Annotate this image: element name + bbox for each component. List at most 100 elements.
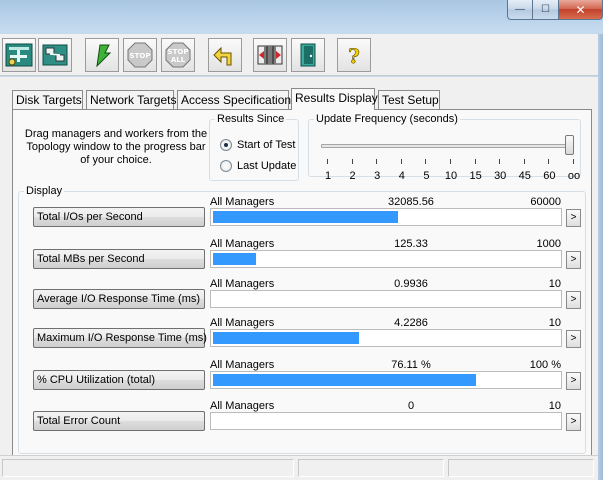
start-test-button[interactable]: [85, 38, 119, 72]
slider-tick-label: 45: [518, 170, 531, 182]
row-value: 4.2286: [394, 317, 428, 329]
maximize-button[interactable]: ☐: [533, 0, 559, 20]
minimize-button[interactable]: —: [507, 0, 533, 20]
row-expand-button[interactable]: >: [566, 251, 581, 269]
help-label: ?: [348, 44, 360, 68]
slider-tick: [351, 159, 353, 164]
results-since-group: Results Since Start of Test Last Update: [209, 113, 299, 181]
window-border-right: [598, 34, 603, 480]
metric-button[interactable]: % CPU Utilization (total): [33, 370, 205, 390]
metric-button[interactable]: Total Error Count: [33, 411, 205, 431]
progress-bar-fill: [213, 374, 476, 386]
radio-dot[interactable]: [220, 160, 232, 172]
slider-tick-label: 30: [494, 170, 507, 182]
slider-tick: [499, 159, 501, 164]
row-value: 76.11 %: [391, 359, 431, 371]
toolbar: STOP STOP ALL ?: [0, 34, 598, 76]
row-scope-label: All Managers: [210, 400, 275, 412]
row-max: 10: [548, 317, 561, 329]
update-frequency-group: Update Frequency (seconds) 1 2 3 4 5 10 15 30 45…: [308, 113, 581, 182]
topology-icon: [5, 41, 33, 69]
network-icon: [41, 41, 69, 69]
help-icon: ?: [340, 41, 368, 69]
metric-button[interactable]: Total I/Os per Second: [33, 207, 205, 227]
slider-tick-label: 15: [469, 170, 482, 182]
metric-button[interactable]: Maximum I/O Response Time (ms): [33, 328, 207, 348]
progress-bar: [210, 412, 562, 430]
slider-tick: [450, 159, 451, 164]
progress-bar-fill: [213, 253, 256, 265]
stop-all-button[interactable]: STOP ALL: [161, 38, 195, 72]
help-button[interactable]: ?: [337, 38, 371, 72]
row-value: 125.33: [394, 238, 428, 250]
slider-tick-label: 10: [444, 170, 458, 182]
progress-bar: [210, 329, 562, 347]
row-scope-label: All Managers: [210, 196, 275, 208]
display-legend: Display: [26, 185, 63, 197]
row-value: 32085.56: [388, 196, 434, 208]
status-pane-3: [448, 459, 594, 477]
exit-button[interactable]: [291, 38, 325, 72]
stop-icon: STOP: [126, 41, 154, 69]
property-sheet: Disk Targets Network Targets Access Spec…: [0, 77, 598, 455]
slider-tick: [548, 159, 550, 164]
tab-results-display[interactable]: Results Display: [291, 88, 378, 110]
progress-bar: [210, 290, 562, 308]
row-value: 0: [407, 400, 415, 412]
radio-start-of-test[interactable]: Start of Test: [220, 139, 296, 151]
slider-tick-label: oo: [567, 170, 581, 182]
progress-bar: [210, 208, 562, 226]
tab-test-setup[interactable]: Test Setup: [378, 90, 440, 109]
metric-button[interactable]: Average I/O Response Time (ms): [33, 289, 205, 309]
stop-all-label-1: STOP: [168, 48, 189, 56]
slider-tick: [425, 159, 427, 164]
slider-tick-label: 5: [423, 170, 430, 182]
stop-all-icon: STOP ALL: [164, 41, 192, 69]
radio-start-of-test-label: Start of Test: [237, 139, 296, 151]
row-expand-button[interactable]: >: [566, 372, 581, 390]
network-button[interactable]: [38, 38, 72, 72]
tab-access-specifications[interactable]: Access Specifications: [177, 90, 297, 109]
stop-label: STOP: [130, 52, 151, 60]
exit-icon: [294, 41, 322, 69]
stop-button[interactable]: STOP: [123, 38, 157, 72]
reset-button[interactable]: [208, 38, 242, 72]
radio-last-update-label: Last Update: [237, 160, 297, 172]
close-button[interactable]: ✕: [559, 0, 603, 20]
update-frequency-slider-track[interactable]: [321, 144, 574, 148]
status-bar: [0, 455, 598, 480]
row-expand-button[interactable]: >: [566, 413, 581, 431]
metric-button[interactable]: Total MBs per Second: [33, 249, 205, 269]
progress-bar-fill: [213, 332, 359, 344]
new-manager-button[interactable]: [253, 38, 287, 72]
tab-network-targets[interactable]: Network Targets: [86, 90, 176, 109]
slider-tick-label: 2: [349, 170, 356, 182]
row-max: 1000: [536, 238, 561, 250]
progress-bar: [210, 371, 562, 389]
progress-bar-fill: [213, 211, 398, 223]
row-value: 0.9936: [394, 278, 428, 290]
tab-disk-targets[interactable]: Disk Targets: [12, 90, 83, 109]
stop-all-label-2: ALL: [171, 56, 186, 64]
results-since-legend: Results Since: [217, 113, 285, 125]
slider-tick: [573, 159, 574, 164]
row-scope-label: All Managers: [210, 238, 275, 250]
row-expand-button[interactable]: >: [566, 291, 581, 309]
status-pane-2: [298, 459, 444, 477]
topology-button[interactable]: [2, 38, 36, 72]
start-test-icon: [88, 41, 116, 69]
update-frequency-slider-thumb[interactable]: [565, 135, 574, 155]
radio-last-update[interactable]: Last Update: [220, 160, 296, 172]
slider-tick: [400, 159, 402, 164]
row-expand-button[interactable]: >: [566, 209, 581, 227]
row-max: 10: [548, 278, 561, 290]
slider-tick: [474, 159, 476, 164]
row-expand-button[interactable]: >: [566, 330, 581, 348]
row-scope-label: All Managers: [210, 278, 275, 290]
new-manager-icon: [256, 41, 284, 69]
slider-tick-label: 60: [543, 170, 556, 182]
row-scope-label: All Managers: [210, 359, 275, 371]
radio-dot-checked[interactable]: [220, 139, 232, 151]
row-max: 100 %: [529, 359, 561, 371]
row-max: 60000: [530, 196, 561, 208]
